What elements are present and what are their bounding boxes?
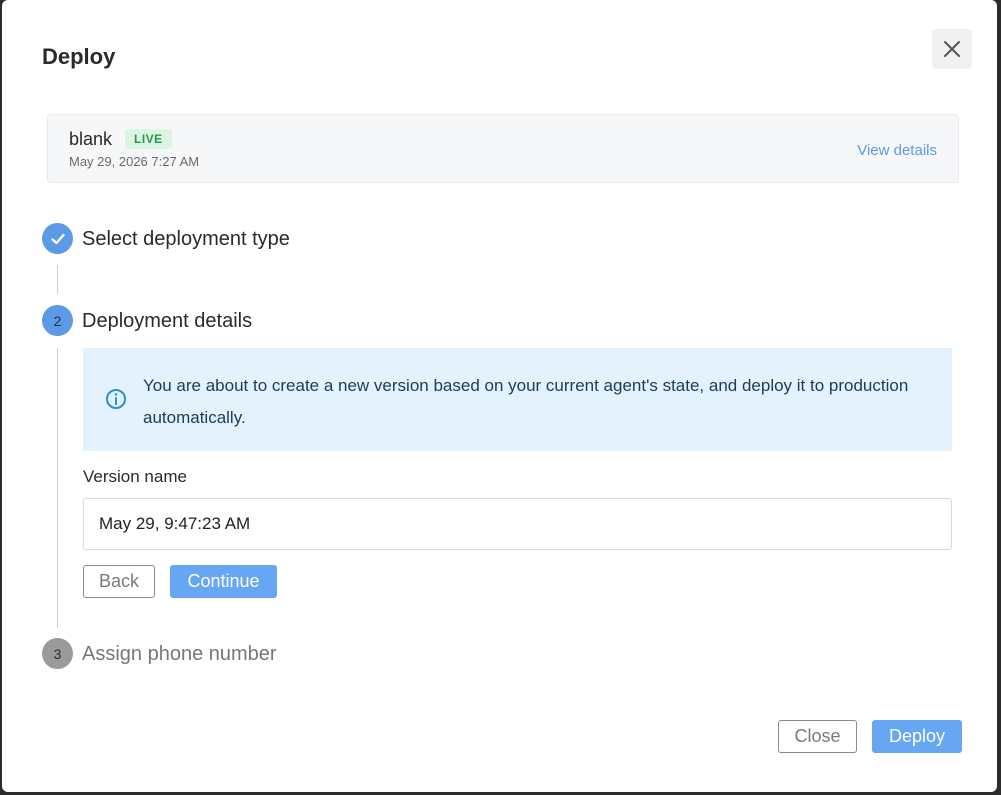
version-name-input[interactable]	[83, 498, 952, 550]
step-2-label: Deployment details	[82, 310, 253, 332]
step-3-indicator: 3	[42, 638, 73, 669]
status-badge: LIVE	[125, 129, 172, 149]
version-name-label: Version name	[83, 467, 187, 486]
view-details-link[interactable]: View details	[857, 142, 937, 159]
step-1-label: Select deployment type	[82, 228, 290, 250]
close-dialog-button[interactable]	[932, 29, 972, 69]
deploy-button[interactable]: Deploy	[872, 720, 962, 753]
continue-button[interactable]: Continue	[170, 565, 277, 598]
dialog-title: Deploy	[42, 44, 116, 69]
step-3-label: Assign phone number	[82, 643, 277, 665]
close-icon	[944, 41, 960, 57]
back-button[interactable]: Back	[83, 565, 155, 598]
step-connector	[57, 348, 58, 628]
deploy-dialog: Deploy blank LIVE May 29, 2026 7:27 AM V…	[2, 0, 997, 792]
info-banner: You are about to create a new version ba…	[83, 348, 952, 451]
info-message: You are about to create a new version ba…	[143, 376, 909, 427]
check-icon	[50, 233, 65, 244]
agent-timestamp: May 29, 2026 7:27 AM	[69, 154, 200, 169]
step-2-indicator: 2	[42, 305, 73, 336]
close-button[interactable]: Close	[778, 720, 857, 753]
info-icon	[106, 389, 126, 409]
step-1-indicator	[42, 223, 73, 254]
agent-summary-card: blank LIVE May 29, 2026 7:27 AM View det…	[47, 114, 959, 183]
agent-name: blank	[69, 129, 113, 149]
step-connector	[57, 265, 58, 294]
